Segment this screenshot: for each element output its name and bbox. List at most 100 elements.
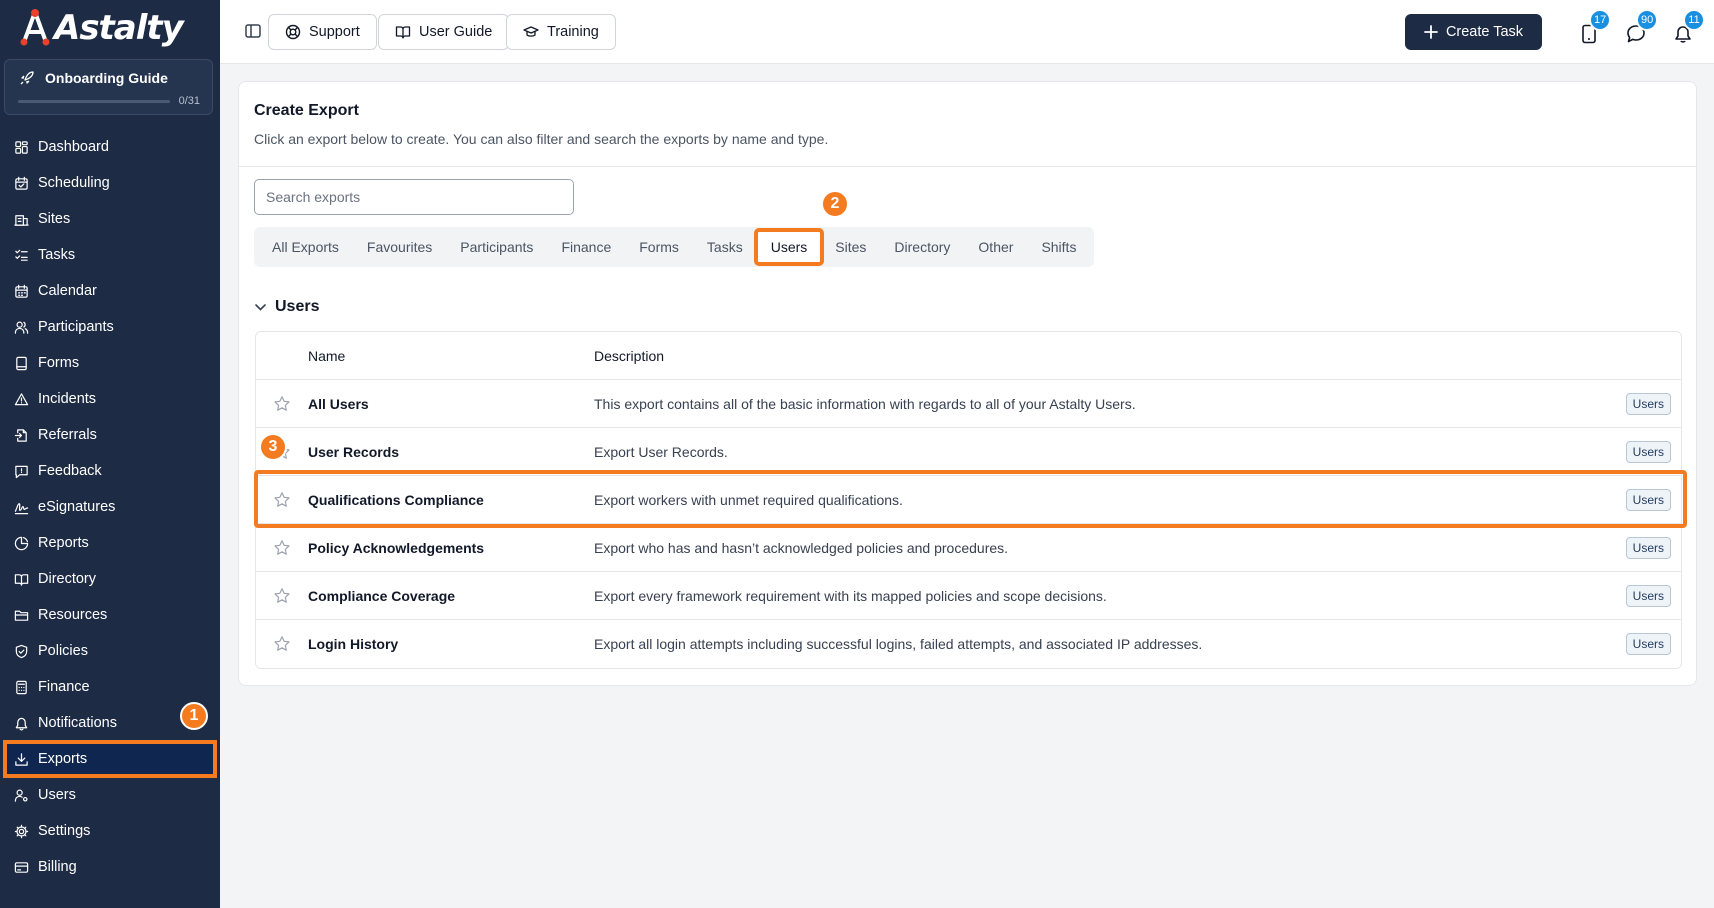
user-guide-button[interactable]: User Guide	[378, 14, 510, 50]
sidebar-item-label: Notifications	[38, 715, 117, 731]
export-description: Export all login attempts including succ…	[594, 636, 1203, 652]
star-icon[interactable]	[273, 635, 291, 653]
support-label: Support	[309, 24, 360, 40]
tab-shifts[interactable]: Shifts	[1027, 231, 1090, 263]
star-icon[interactable]	[273, 491, 291, 509]
onboarding-progress-count: 0/31	[178, 95, 200, 107]
type-tag: Users	[1625, 440, 1671, 463]
star-icon[interactable]	[273, 587, 291, 605]
sidebar-item-label: Feedback	[38, 463, 102, 479]
folder-icon	[14, 610, 29, 621]
table-row[interactable]: Login History Export all login attempts i…	[256, 620, 1681, 668]
sidebar-item-label: Scheduling	[38, 175, 110, 191]
favourite-toggle[interactable]	[256, 395, 308, 413]
sidebar-item-label: Reports	[38, 535, 89, 551]
export-name: Qualifications Compliance	[308, 491, 484, 508]
chevron-down-icon	[255, 303, 266, 311]
book-open-icon	[395, 26, 411, 39]
sidebar-item-esignatures[interactable]: eSignatures	[0, 489, 220, 525]
star-icon[interactable]	[273, 539, 291, 557]
favourite-toggle[interactable]	[256, 539, 308, 557]
export-description: Export workers with unmet required quali…	[594, 491, 903, 508]
notifications-button[interactable]: 11	[1671, 9, 1705, 46]
sidebar-item-forms[interactable]: Forms	[0, 345, 220, 381]
tab-participants[interactable]: Participants	[446, 231, 547, 263]
building-icon	[14, 214, 29, 226]
sidebar-item-tasks[interactable]: Tasks	[0, 237, 220, 273]
export-type-tabs: All Exports Favourites Participants Finance…	[254, 227, 1095, 267]
sidebar-item-label: Resources	[38, 607, 108, 623]
support-button[interactable]: Support	[268, 14, 377, 50]
column-header-description: Description	[594, 347, 665, 364]
sidebar-item-policies[interactable]: Policies	[0, 633, 220, 669]
messages-button[interactable]: 90	[1624, 9, 1659, 46]
sidebar-item-settings[interactable]: Settings	[0, 813, 220, 849]
export-name: All Users	[308, 395, 369, 412]
tablet-badge: 17	[1589, 9, 1612, 31]
favourite-toggle[interactable]	[256, 587, 308, 605]
sidebar-item-label: Tasks	[38, 247, 76, 263]
sidebar-item-reports[interactable]: Reports	[0, 525, 220, 561]
sidebar-item-referrals[interactable]: Referrals	[0, 417, 220, 453]
table-row[interactable]: All Users This export contains all of the…	[256, 380, 1681, 428]
tab-all-exports[interactable]: All Exports	[258, 231, 353, 263]
type-tag: Users	[1625, 633, 1671, 655]
tab-favourites[interactable]: Favourites	[353, 231, 446, 263]
training-button[interactable]: Training	[506, 14, 616, 50]
sidebar-item-sites[interactable]: Sites	[0, 201, 220, 237]
sidebar-item-dashboard[interactable]: Dashboard	[0, 129, 220, 165]
sidebar-toggle-icon[interactable]	[244, 22, 262, 40]
sidebar-item-feedback[interactable]: Feedback	[0, 453, 220, 489]
sidebar-item-exports[interactable]: Exports	[3, 740, 217, 778]
divider	[239, 166, 1696, 167]
shield-icon	[15, 644, 28, 658]
download-icon	[15, 752, 28, 766]
onboarding-title: Onboarding Guide	[45, 70, 168, 86]
app-logo[interactable]: Astalty	[20, 6, 184, 50]
gear-icon	[14, 824, 29, 838]
search-input[interactable]	[254, 179, 574, 215]
tab-directory[interactable]: Directory	[880, 231, 964, 263]
table-row[interactable]: Compliance Coverage Export every framewor…	[256, 572, 1681, 620]
signature-icon	[14, 502, 29, 514]
tab-users[interactable]: Users	[753, 228, 825, 266]
sidebar-item-users[interactable]: Users	[0, 777, 220, 813]
create-export-card: Create Export Click an export below to c…	[238, 81, 1697, 686]
sidebar-item-label: Settings	[38, 823, 91, 839]
exports-table: Name Description All Users This export co…	[255, 331, 1682, 669]
calendar-check-icon	[15, 176, 28, 190]
table-row[interactable]: Policy Acknowledgements Export who has an…	[256, 524, 1681, 572]
table-row[interactable]: Qualifications Compliance Export workers …	[256, 476, 1681, 524]
calendar-icon	[15, 284, 28, 298]
tab-finance[interactable]: Finance	[547, 231, 625, 263]
tablet-button[interactable]: 17	[1577, 9, 1612, 46]
table-header: Name Description	[256, 332, 1681, 380]
messages-badge: 90	[1636, 9, 1659, 31]
favourite-toggle[interactable]	[256, 635, 308, 653]
sidebar-item-label: Incidents	[38, 391, 97, 407]
sidebar-item-calendar[interactable]: Calendar	[0, 273, 220, 309]
logo-text: Astalty	[54, 8, 184, 48]
onboarding-guide[interactable]: Onboarding Guide 0/31	[4, 59, 213, 115]
sidebar-item-directory[interactable]: Directory	[0, 561, 220, 597]
tab-sites[interactable]: Sites	[821, 231, 880, 263]
pie-chart-icon	[14, 536, 29, 550]
sidebar-item-incidents[interactable]: Incidents	[0, 381, 220, 417]
training-label: Training	[547, 24, 599, 40]
sidebar-item-scheduling[interactable]: Scheduling	[0, 165, 220, 201]
section-header-users[interactable]: Users	[254, 298, 319, 316]
sidebar-item-participants[interactable]: Participants	[0, 309, 220, 345]
tab-tasks[interactable]: Tasks	[693, 231, 757, 263]
tab-forms[interactable]: Forms	[625, 231, 693, 263]
topbar: Support User Guide Training Create Task …	[220, 0, 1714, 64]
table-row[interactable]: User Records Export User Records. Users	[256, 428, 1681, 476]
sidebar-item-label: Sites	[38, 211, 71, 227]
sidebar-item-resources[interactable]: Resources	[0, 597, 220, 633]
tab-other[interactable]: Other	[964, 231, 1027, 263]
sidebar-item-finance[interactable]: Finance	[0, 669, 220, 705]
rocket-icon	[20, 71, 34, 85]
star-icon[interactable]	[273, 395, 291, 413]
create-task-button[interactable]: Create Task	[1405, 14, 1542, 50]
sidebar-item-billing[interactable]: Billing	[0, 849, 220, 885]
favourite-toggle[interactable]	[256, 491, 308, 509]
